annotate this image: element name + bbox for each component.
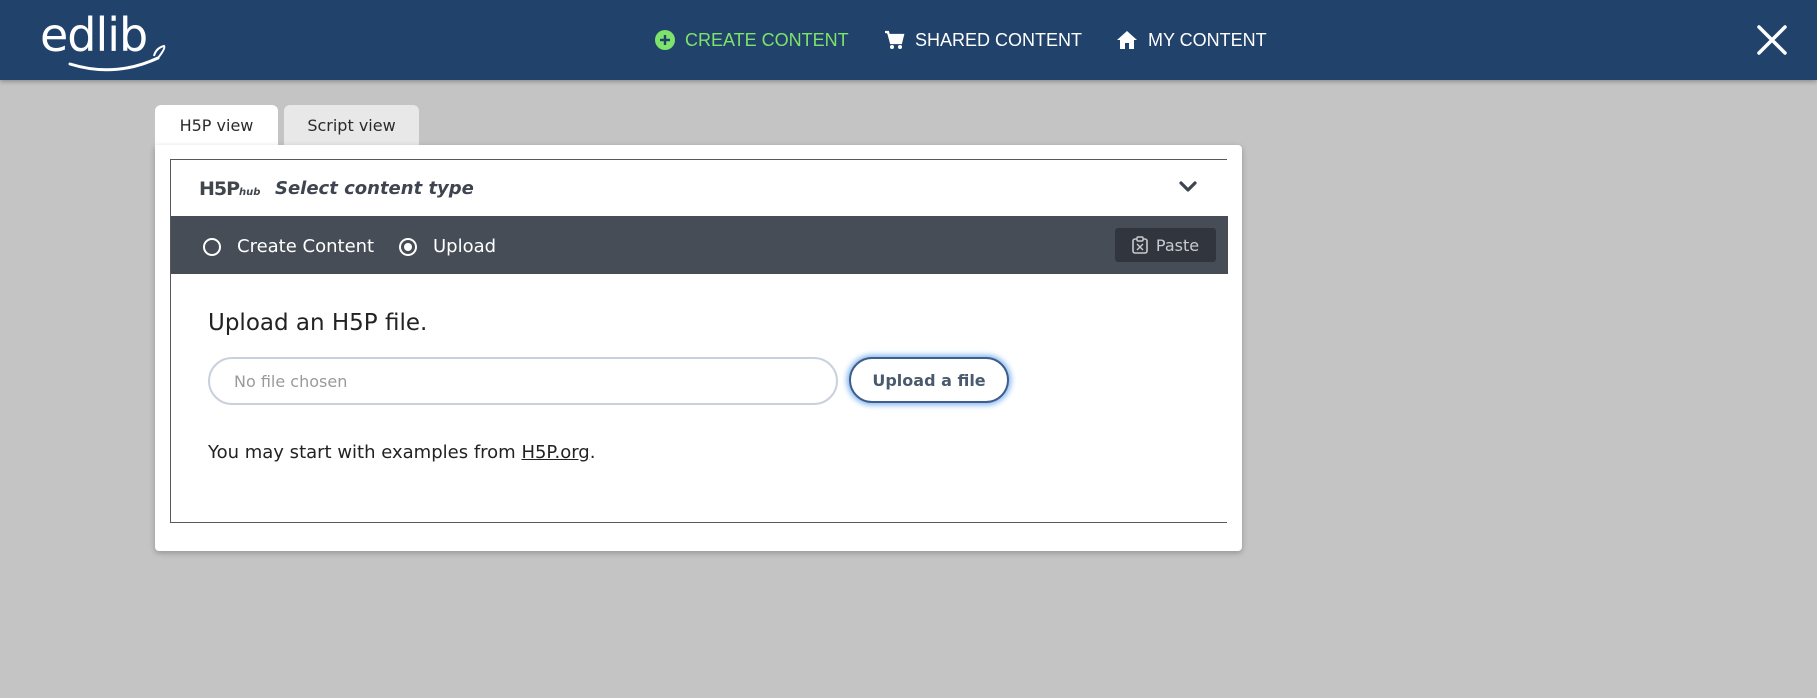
nav-my-content[interactable]: MY CONTENT bbox=[1116, 0, 1267, 80]
tab-script-view[interactable]: Script view bbox=[284, 105, 419, 145]
paste-label: Paste bbox=[1155, 235, 1200, 255]
nav-shared-content[interactable]: SHARED CONTENT bbox=[883, 0, 1082, 80]
chevron-down-icon[interactable] bbox=[1179, 180, 1197, 194]
nav-my-content-label: MY CONTENT bbox=[1148, 29, 1267, 50]
upload-title: Upload an H5P file. bbox=[208, 310, 428, 336]
cart-icon bbox=[885, 30, 905, 49]
h5p-logo-text: H5P bbox=[199, 178, 240, 200]
radio-checked-icon bbox=[399, 237, 417, 256]
hub-logo-suffix: hub bbox=[239, 187, 261, 198]
upload-file-button[interactable]: Upload a file bbox=[849, 357, 1009, 403]
top-navigation-bar: edlib CREATE CONTENT SHARED CONTENT MY C… bbox=[0, 0, 1817, 80]
paste-button[interactable]: Paste bbox=[1115, 228, 1216, 262]
nav-create-content[interactable]: CREATE CONTENT bbox=[655, 0, 849, 80]
h5p-hub-logo: H5Phub bbox=[199, 178, 260, 200]
hub-mode-bar: Create Content Upload Paste bbox=[171, 216, 1228, 274]
radio-create-content-label: Create Content bbox=[237, 236, 375, 257]
radio-upload[interactable]: Upload bbox=[399, 236, 496, 257]
file-chosen-field[interactable]: No file chosen bbox=[208, 357, 838, 405]
home-icon bbox=[1117, 31, 1137, 49]
tab-h5p-view[interactable]: H5P view bbox=[155, 105, 278, 145]
file-placeholder: No file chosen bbox=[234, 371, 348, 391]
nav-shared-content-label: SHARED CONTENT bbox=[915, 29, 1083, 50]
edlib-logo[interactable]: edlib bbox=[40, 8, 170, 72]
logo-swoosh-icon bbox=[68, 44, 166, 72]
plus-circle-icon bbox=[655, 30, 675, 50]
examples-suffix: . bbox=[589, 442, 596, 463]
radio-upload-label: Upload bbox=[433, 236, 497, 257]
radio-create-content[interactable]: Create Content bbox=[203, 236, 374, 257]
examples-prefix: You may start with examples from bbox=[208, 442, 522, 463]
h5p-org-link[interactable]: H5P.org bbox=[521, 442, 589, 463]
h5p-hub-panel: H5Phub Select content type Create Conten… bbox=[170, 159, 1228, 523]
examples-text: You may start with examples from H5P.org… bbox=[208, 442, 595, 463]
close-icon[interactable] bbox=[1756, 24, 1788, 56]
clipboard-icon bbox=[1132, 236, 1148, 254]
radio-unchecked-icon bbox=[203, 237, 221, 256]
nav-create-content-label: CREATE CONTENT bbox=[685, 29, 849, 50]
hub-header[interactable]: H5Phub Select content type bbox=[171, 160, 1228, 216]
select-content-type-title: Select content type bbox=[275, 178, 474, 199]
